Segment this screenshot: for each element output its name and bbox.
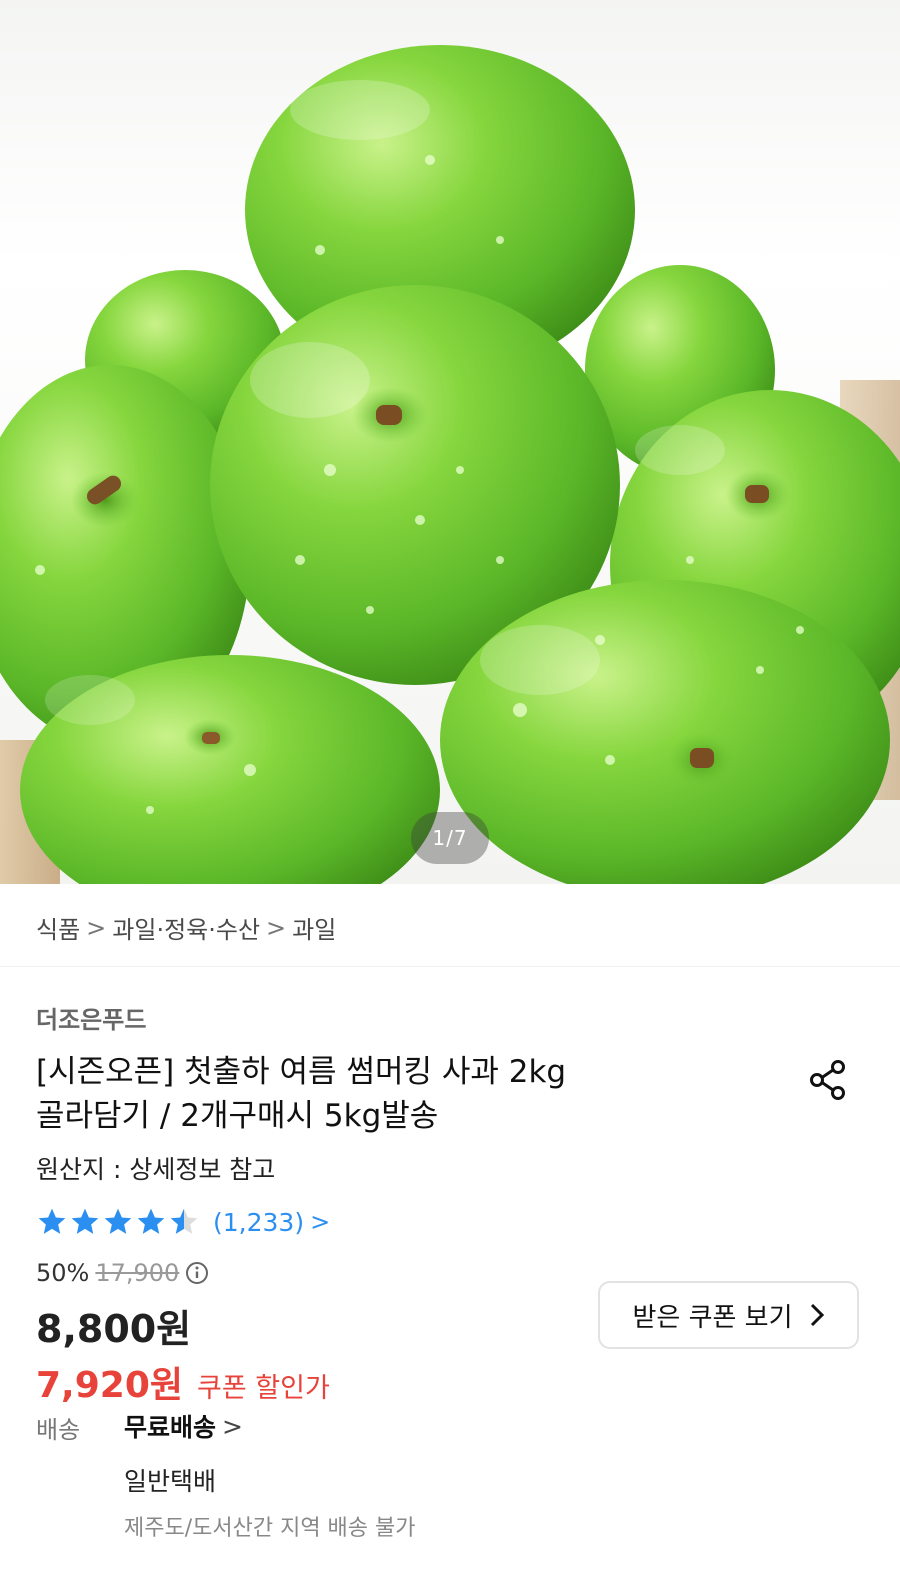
breadcrumb-item-food[interactable]: 식품: [36, 910, 80, 945]
price-discount-row: 50% 17,900: [36, 1259, 209, 1287]
free-shipping-text: 무료배송: [124, 1413, 217, 1442]
share-button[interactable]: [806, 1058, 850, 1102]
seller-name[interactable]: 더조은푸드: [36, 1000, 146, 1035]
view-coupons-button[interactable]: 받은 쿠폰 보기: [598, 1281, 859, 1349]
star-rating: [36, 1206, 201, 1238]
star-full-icon: [137, 1208, 165, 1234]
star-half-icon: [170, 1208, 198, 1234]
shipping-value[interactable]: 무료배송 >: [124, 1408, 243, 1444]
shipping-label: 배송: [36, 1416, 81, 1444]
original-price: 17,900: [95, 1259, 180, 1287]
view-coupons-label: 받은 쿠폰 보기: [632, 1302, 793, 1333]
coupon-price-label: 쿠폰 할인가: [197, 1373, 330, 1404]
star-full-icon: [71, 1208, 99, 1234]
shipping-note: 제주도/도서산간 지역 배송 불가: [124, 1516, 416, 1541]
product-image: [0, 45, 900, 884]
image-counter: 1/7: [411, 812, 489, 864]
breadcrumb-separator: >: [86, 913, 107, 942]
star-full-icon: [104, 1208, 132, 1234]
breadcrumb-item-fruit-meat-seafood[interactable]: 과일·정육·수산: [112, 910, 260, 945]
product-title-line1: [시즌오픈] 첫출하 여름 썸머킹 사과 2kg: [36, 1054, 567, 1090]
star-full-icon: [38, 1208, 66, 1234]
origin-info: 원산지 : 상세정보 참고: [36, 1155, 276, 1184]
sale-price: 8,800원: [36, 1307, 192, 1351]
product-image-gallery[interactable]: 1/7: [0, 0, 900, 884]
share-icon: [810, 1060, 845, 1100]
breadcrumb-separator: >: [266, 913, 287, 942]
rating-row[interactable]: (1,233) >: [36, 1206, 330, 1238]
product-title-line2: 골라담기 / 2개구매시 5kg발송: [36, 1098, 439, 1134]
chevron-right-icon: >: [310, 1208, 331, 1236]
info-icon[interactable]: [185, 1261, 209, 1285]
chevron-right-icon: [810, 1303, 824, 1327]
review-count[interactable]: (1,233): [213, 1208, 304, 1237]
discount-rate: 50%: [36, 1259, 90, 1287]
section-divider: [0, 966, 900, 967]
chevron-right-icon: >: [222, 1411, 243, 1441]
product-title: [시즌오픈] 첫출하 여름 썸머킹 사과 2kg 골라담기 / 2개구매시 5k…: [36, 1050, 736, 1138]
breadcrumb-item-fruit[interactable]: 과일: [292, 910, 336, 945]
coupon-price-row: 7,920원 쿠폰 할인가: [36, 1356, 330, 1408]
breadcrumb: 식품 > 과일·정육·수산 > 과일: [36, 910, 336, 945]
coupon-price: 7,920원: [36, 1365, 183, 1406]
shipping-type: 일반택배: [124, 1467, 217, 1496]
